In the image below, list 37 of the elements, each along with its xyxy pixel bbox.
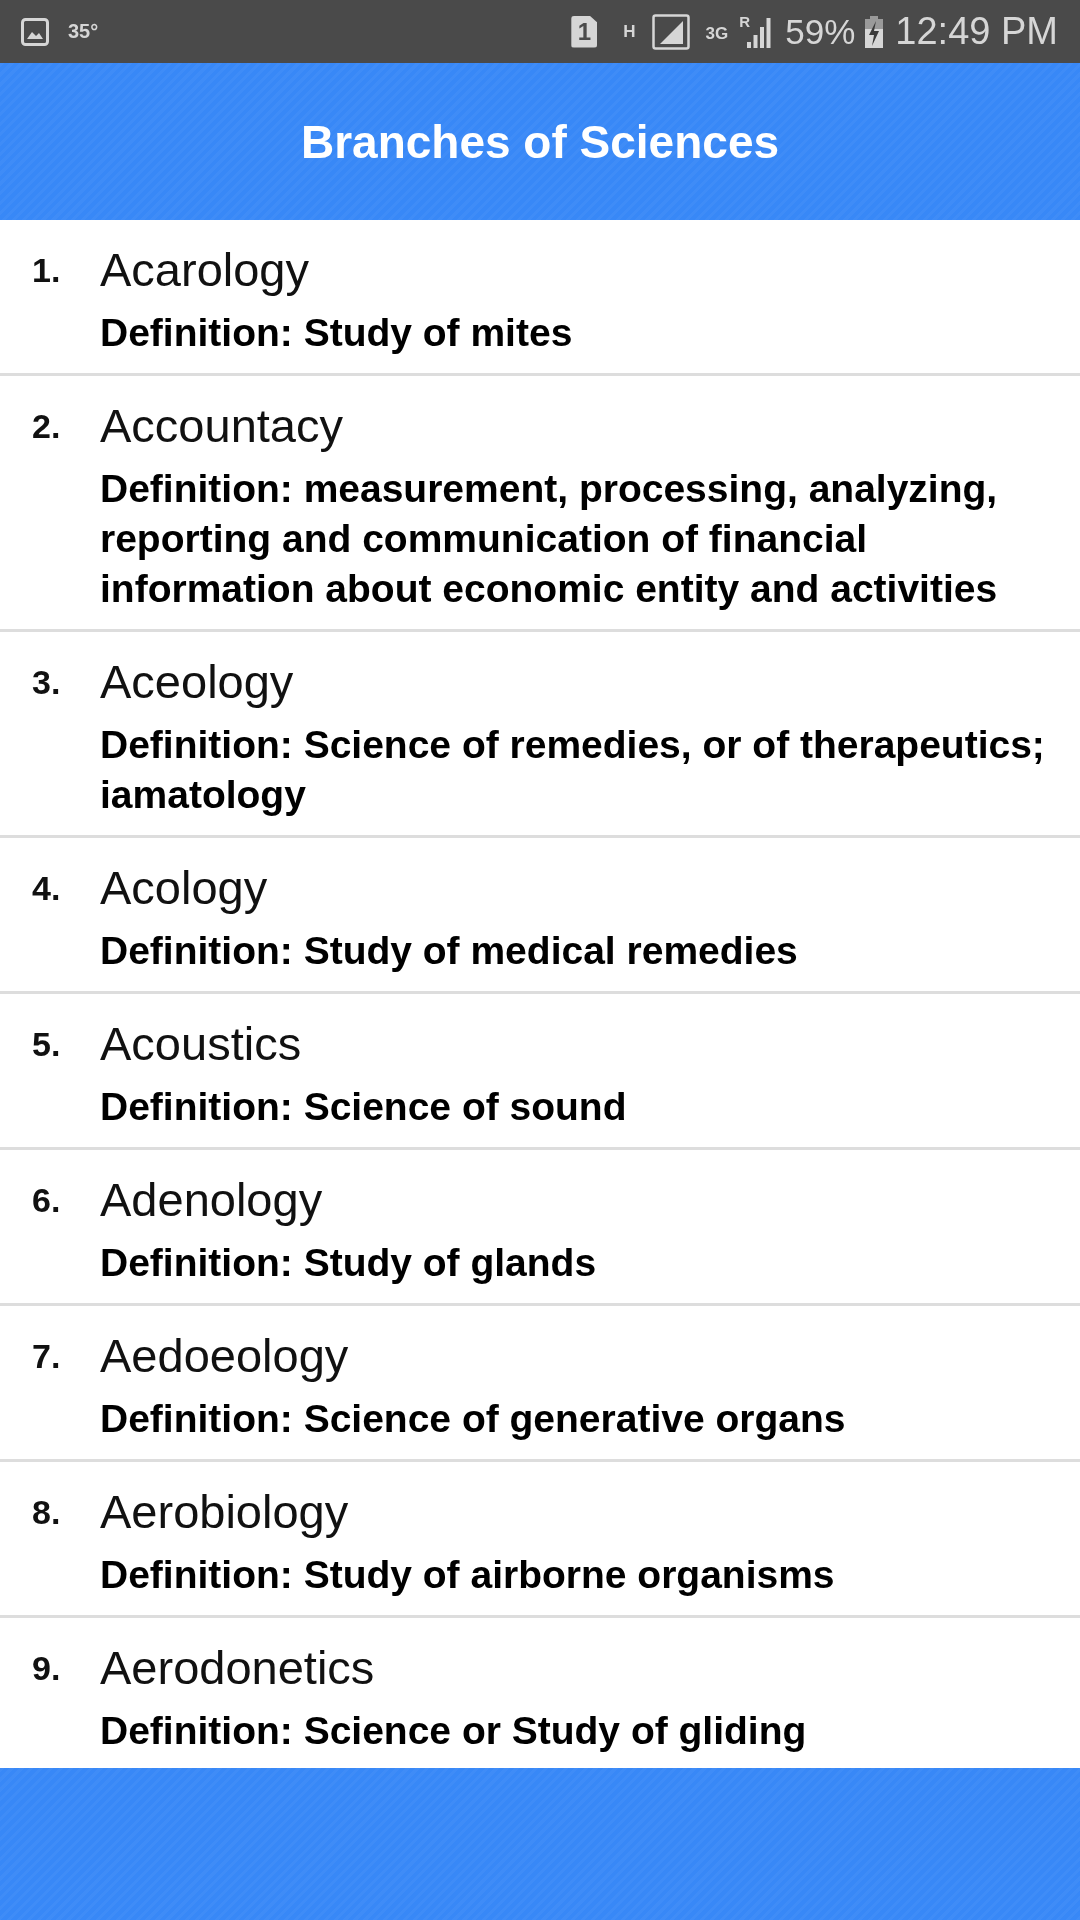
signal-box-icon (651, 13, 690, 50)
science-name: Aerobiology (100, 1486, 349, 1538)
temperature-text: 35° (68, 20, 99, 43)
clock-text: 12:49 PM (895, 10, 1058, 53)
science-name: Acology (100, 862, 268, 914)
battery-percent-text: 59% (785, 11, 856, 52)
sim-card-indicator: 1 (571, 15, 598, 48)
item-number: 2. (32, 406, 62, 447)
item-number: 6. (32, 1180, 62, 1221)
definition-text: Definition: Science of remedies, or of therapeutics; iamatology (100, 722, 1046, 818)
item-number: 1. (32, 250, 62, 291)
science-name: Acoustics (100, 1018, 302, 1070)
science-name: Adenology (100, 1174, 323, 1226)
definition-text: Definition: Science or Study of gliding (100, 1708, 807, 1754)
image-icon (21, 16, 49, 47)
app-title: Branches of Sciences (300, 114, 780, 169)
science-name: Aerodonetics (100, 1642, 375, 1694)
science-name: Acarology (100, 244, 309, 296)
data-type-text: 3G (705, 24, 729, 44)
item-number: 4. (32, 868, 62, 909)
definition-text: Definition: Science of sound (100, 1084, 627, 1130)
definition-text: Definition: Study of airborne organisms (100, 1552, 835, 1598)
definition-text: Definition: Study of medical remedies (100, 928, 798, 974)
item-number: 3. (32, 662, 62, 703)
definition-text: Definition: Science of generative organs (100, 1396, 846, 1442)
item-number: 5. (32, 1024, 62, 1065)
item-number: 8. (32, 1492, 62, 1533)
item-number: 7. (32, 1336, 62, 1377)
science-name: Aedoeology (100, 1330, 349, 1382)
science-name: Accountacy (100, 400, 343, 452)
science-name: Aceology (100, 656, 294, 708)
item-number: 9. (32, 1648, 62, 1689)
network-type-text: H (623, 22, 636, 42)
definition-text: Definition: measurement, processing, analyzing, reporting and communication of financial information about economic entity and activities (100, 466, 999, 612)
roaming-text: R (739, 13, 751, 30)
definition-text: Definition: Study of mites (100, 310, 573, 356)
definition-text: Definition: Study of glands (100, 1240, 597, 1286)
